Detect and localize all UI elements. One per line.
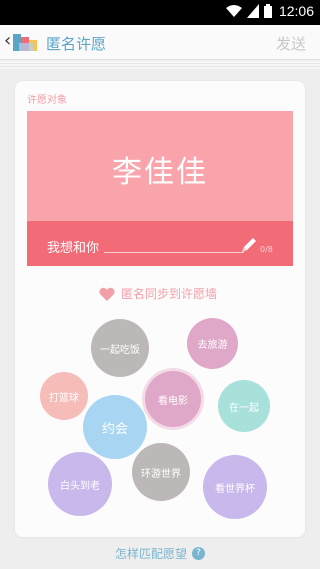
bubble-label: 看世界杯 <box>215 483 255 495</box>
battery-icon <box>264 4 272 18</box>
sync-toggle[interactable]: 匿名同步到许愿墙 <box>99 285 217 302</box>
pencil-icon[interactable] <box>239 235 259 255</box>
sync-label: 匿名同步到许愿墙 <box>121 287 218 301</box>
wish-bubble-world-travel[interactable]: 环游世界 <box>132 443 190 501</box>
wish-target-label: 许愿对象 <box>27 95 67 106</box>
app-logo-icon <box>13 34 37 51</box>
bubble-label: 环游世界 <box>141 468 181 480</box>
wish-prefix: 我想和你 <box>47 241 100 256</box>
wish-bubble-travel[interactable]: 去旅游 <box>187 318 238 369</box>
heart-icon[interactable] <box>99 287 115 301</box>
wish-bubble-grow-old[interactable]: 白头到老 <box>48 452 112 516</box>
page-title: 匿名许愿 <box>46 36 107 53</box>
bubble-label: 约会 <box>101 421 128 437</box>
how-to-match-text: 怎样匹配愿望 <box>114 547 187 561</box>
char-counter: 0/8 <box>260 245 273 254</box>
wish-bubble-movie[interactable]: 看电影 <box>145 371 201 427</box>
wish-bubble-world-cup[interactable]: 看世界杯 <box>203 455 267 519</box>
header-divider <box>0 61 320 69</box>
bubble-label: 一起吃饭 <box>100 344 140 356</box>
wifi-icon <box>226 5 242 17</box>
wish-bubble-date[interactable]: 约会 <box>83 395 147 459</box>
wish-bubble-eat-together[interactable]: 一起吃饭 <box>91 319 149 377</box>
wish-bubble-together[interactable]: 在一起 <box>218 380 270 432</box>
bubble-label: 打篮球 <box>49 392 79 404</box>
help-icon[interactable]: ? <box>192 547 205 560</box>
status-icons <box>226 4 272 18</box>
status-time: 12:06 <box>278 3 314 19</box>
bubble-label: 去旅游 <box>197 340 228 351</box>
how-to-match-link[interactable]: 怎样匹配愿望 ? <box>0 545 320 562</box>
bubble-label: 白头到老 <box>60 480 100 492</box>
bubble-label: 看电影 <box>158 395 188 407</box>
wish-input-field[interactable] <box>104 252 244 253</box>
bubble-label: 在一起 <box>229 402 259 414</box>
wish-bubble-basketball[interactable]: 打篮球 <box>40 372 88 420</box>
target-name[interactable]: 李佳佳 <box>27 147 293 191</box>
send-button[interactable]: 发送 <box>276 33 306 54</box>
wish-input-bar[interactable]: 我想和你 0/8 <box>27 221 293 266</box>
status-bar: 12:06 <box>0 0 320 25</box>
app-header: ‹ 匿名许愿 发送 <box>0 25 320 60</box>
signal-icon <box>247 4 259 18</box>
wish-target-panel: 李佳佳 我想和你 0/8 <box>27 111 293 266</box>
